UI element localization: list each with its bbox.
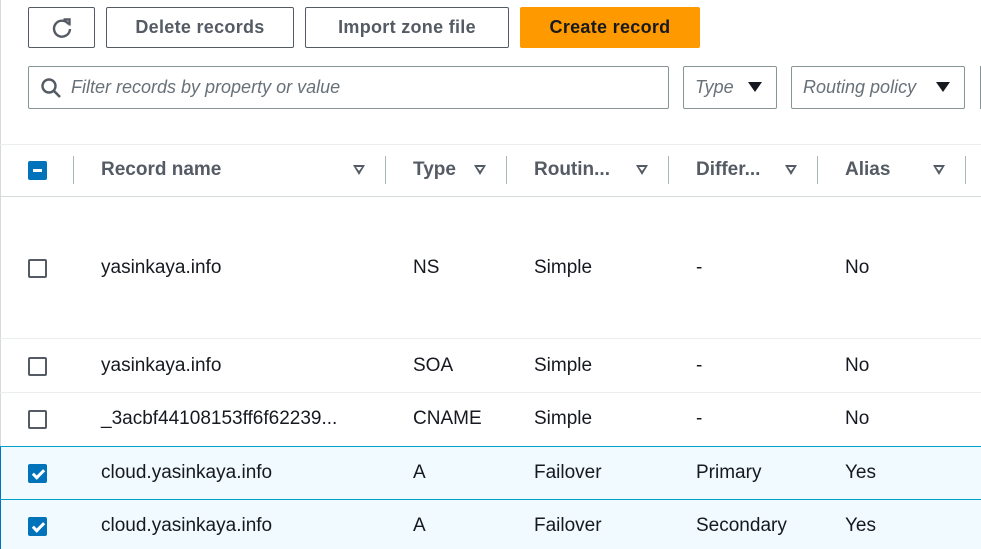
import-zone-file-button[interactable]: Import zone file: [305, 7, 509, 48]
column-separator: [506, 156, 507, 184]
column-header-routing[interactable]: Routin...: [534, 158, 610, 182]
sort-icon[interactable]: [933, 165, 945, 175]
differentiator-cell: -: [696, 355, 703, 376]
routing-policy-filter-select[interactable]: Routing policy: [791, 66, 965, 109]
record-name-cell[interactable]: yasinkaya.info: [101, 256, 221, 280]
column-header-differentiator[interactable]: Differ...: [696, 158, 760, 182]
type-filter-select[interactable]: Type: [683, 66, 777, 109]
routing-policy-cell: Failover: [534, 515, 602, 536]
row-checkbox-checked[interactable]: [28, 464, 47, 483]
routing-policy-cell: Simple: [534, 408, 593, 429]
differentiator-cell: -: [696, 408, 703, 429]
differentiator-cell: Secondary: [696, 515, 787, 536]
column-separator: [73, 156, 74, 184]
search-icon: [41, 77, 61, 98]
row-checkbox[interactable]: [28, 357, 47, 376]
header-divider: [0, 196, 981, 197]
refresh-icon: [52, 17, 71, 38]
column-header-record-name[interactable]: Record name: [101, 158, 221, 182]
row-divider: [0, 338, 981, 339]
differentiator-cell: -: [696, 257, 703, 278]
row-checkbox[interactable]: [28, 410, 47, 429]
routing-policy-filter-label: Routing policy: [803, 77, 917, 97]
record-name-cell[interactable]: cloud.yasinkaya.info: [101, 461, 272, 485]
row-divider: [0, 392, 981, 393]
refresh-button[interactable]: [28, 7, 95, 48]
sort-icon[interactable]: [353, 165, 365, 175]
record-type-cell: A: [413, 515, 426, 536]
alias-cell: No: [845, 355, 870, 376]
delete-records-button[interactable]: Delete records: [106, 7, 294, 48]
sort-icon[interactable]: [636, 165, 648, 175]
row-checkbox-checked[interactable]: [28, 517, 47, 536]
sort-icon[interactable]: [474, 165, 486, 175]
differentiator-cell: Primary: [696, 462, 762, 483]
alias-cell: No: [845, 257, 870, 278]
record-name-cell[interactable]: cloud.yasinkaya.info: [101, 514, 272, 538]
record-type-cell: SOA: [413, 355, 454, 376]
column-separator: [668, 156, 669, 184]
record-type-cell: NS: [413, 257, 440, 278]
column-separator: [385, 156, 386, 184]
search-placeholder: Filter records by property or value: [71, 77, 341, 97]
routing-policy-cell: Simple: [534, 355, 593, 376]
record-type-cell: A: [413, 462, 426, 483]
select-all-checkbox[interactable]: [28, 161, 47, 180]
alias-cell: Yes: [845, 515, 876, 536]
sort-icon[interactable]: [785, 165, 797, 175]
create-record-button[interactable]: Create record: [520, 7, 700, 48]
filter-search-input[interactable]: Filter records by property or value: [28, 66, 669, 109]
column-header-type[interactable]: Type: [413, 158, 456, 182]
column-separator: [817, 156, 818, 184]
record-name-cell[interactable]: yasinkaya.info: [101, 354, 221, 378]
table-top-divider: [0, 144, 981, 145]
routing-policy-cell: Failover: [534, 462, 602, 483]
alias-cell: Yes: [845, 462, 876, 483]
caret-down-icon: [936, 82, 950, 92]
caret-down-icon: [748, 82, 762, 92]
record-type-cell: CNAME: [413, 408, 482, 429]
type-filter-label: Type: [695, 77, 734, 97]
routing-policy-cell: Simple: [534, 257, 593, 278]
column-separator: [965, 156, 966, 184]
row-checkbox[interactable]: [28, 259, 47, 278]
alias-cell: No: [845, 408, 870, 429]
column-header-alias[interactable]: Alias: [845, 158, 890, 182]
record-name-cell[interactable]: _3acbf44108153ff6f62239...: [101, 407, 337, 431]
